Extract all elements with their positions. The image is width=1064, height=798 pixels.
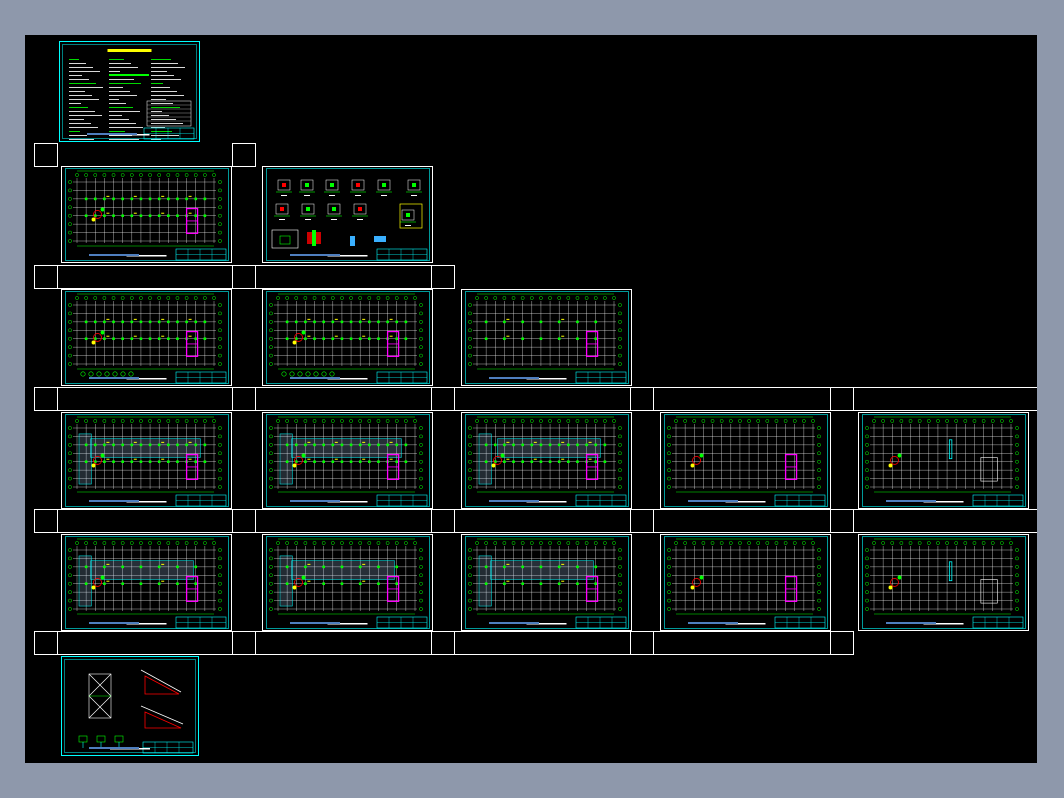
sheet-row4-plan-1[interactable]: [61, 534, 232, 631]
sheet-row3-plan-3[interactable]: [461, 412, 632, 509]
drawing-canvas[interactable]: [25, 35, 1037, 763]
sheet-row4-plan-4[interactable]: [660, 534, 831, 631]
sheet-design-notes-drawing: [59, 41, 200, 142]
sheet-row3-plan-2-drawing: [262, 412, 433, 509]
sheet-row4-plan-5[interactable]: [858, 534, 1029, 631]
sheet-stair-details[interactable]: [61, 656, 199, 756]
sheet-row4-plan-3-drawing: [461, 534, 632, 631]
row-guide-band: [34, 387, 1037, 411]
row-guide-band: [34, 509, 1037, 533]
sheet-row3-plan-3-drawing: [461, 412, 632, 509]
sheet-row4-plan-5-drawing: [858, 534, 1029, 631]
sheet-row3-plan-4[interactable]: [660, 412, 831, 509]
sheet-row2-plan-2-drawing: [262, 289, 433, 386]
viewport-outline-box: [34, 143, 58, 167]
sheet-design-notes[interactable]: [59, 41, 200, 142]
sheet-row4-plan-2-drawing: [262, 534, 433, 631]
sheet-row4-plan-4-drawing: [660, 534, 831, 631]
sheet-row3-plan-1[interactable]: [61, 412, 232, 509]
sheet-row2-plan-3-drawing: [461, 289, 632, 386]
row-guide-band: [34, 265, 455, 289]
sheet-row3-plan-5[interactable]: [858, 412, 1029, 509]
sheet-row2-plan-1-drawing: [61, 289, 232, 386]
sheet-row3-plan-5-drawing: [858, 412, 1029, 509]
sheet-row1-plan[interactable]: [61, 166, 232, 263]
sheet-row1-plan-drawing: [61, 166, 232, 263]
row-guide-band: [34, 631, 854, 655]
sheet-row4-plan-2[interactable]: [262, 534, 433, 631]
sheet-row2-plan-3[interactable]: [461, 289, 632, 386]
sheet-foundation-details-drawing: [262, 166, 433, 263]
viewport-outline-box: [232, 143, 256, 167]
sheet-row4-plan-1-drawing: [61, 534, 232, 631]
sheet-row4-plan-3[interactable]: [461, 534, 632, 631]
sheet-foundation-details[interactable]: [262, 166, 433, 263]
sheet-row2-plan-2[interactable]: [262, 289, 433, 386]
sheet-row3-plan-2[interactable]: [262, 412, 433, 509]
sheet-stair-details-drawing: [61, 656, 199, 756]
sheet-row2-plan-1[interactable]: [61, 289, 232, 386]
sheet-row3-plan-4-drawing: [660, 412, 831, 509]
sheet-row3-plan-1-drawing: [61, 412, 232, 509]
